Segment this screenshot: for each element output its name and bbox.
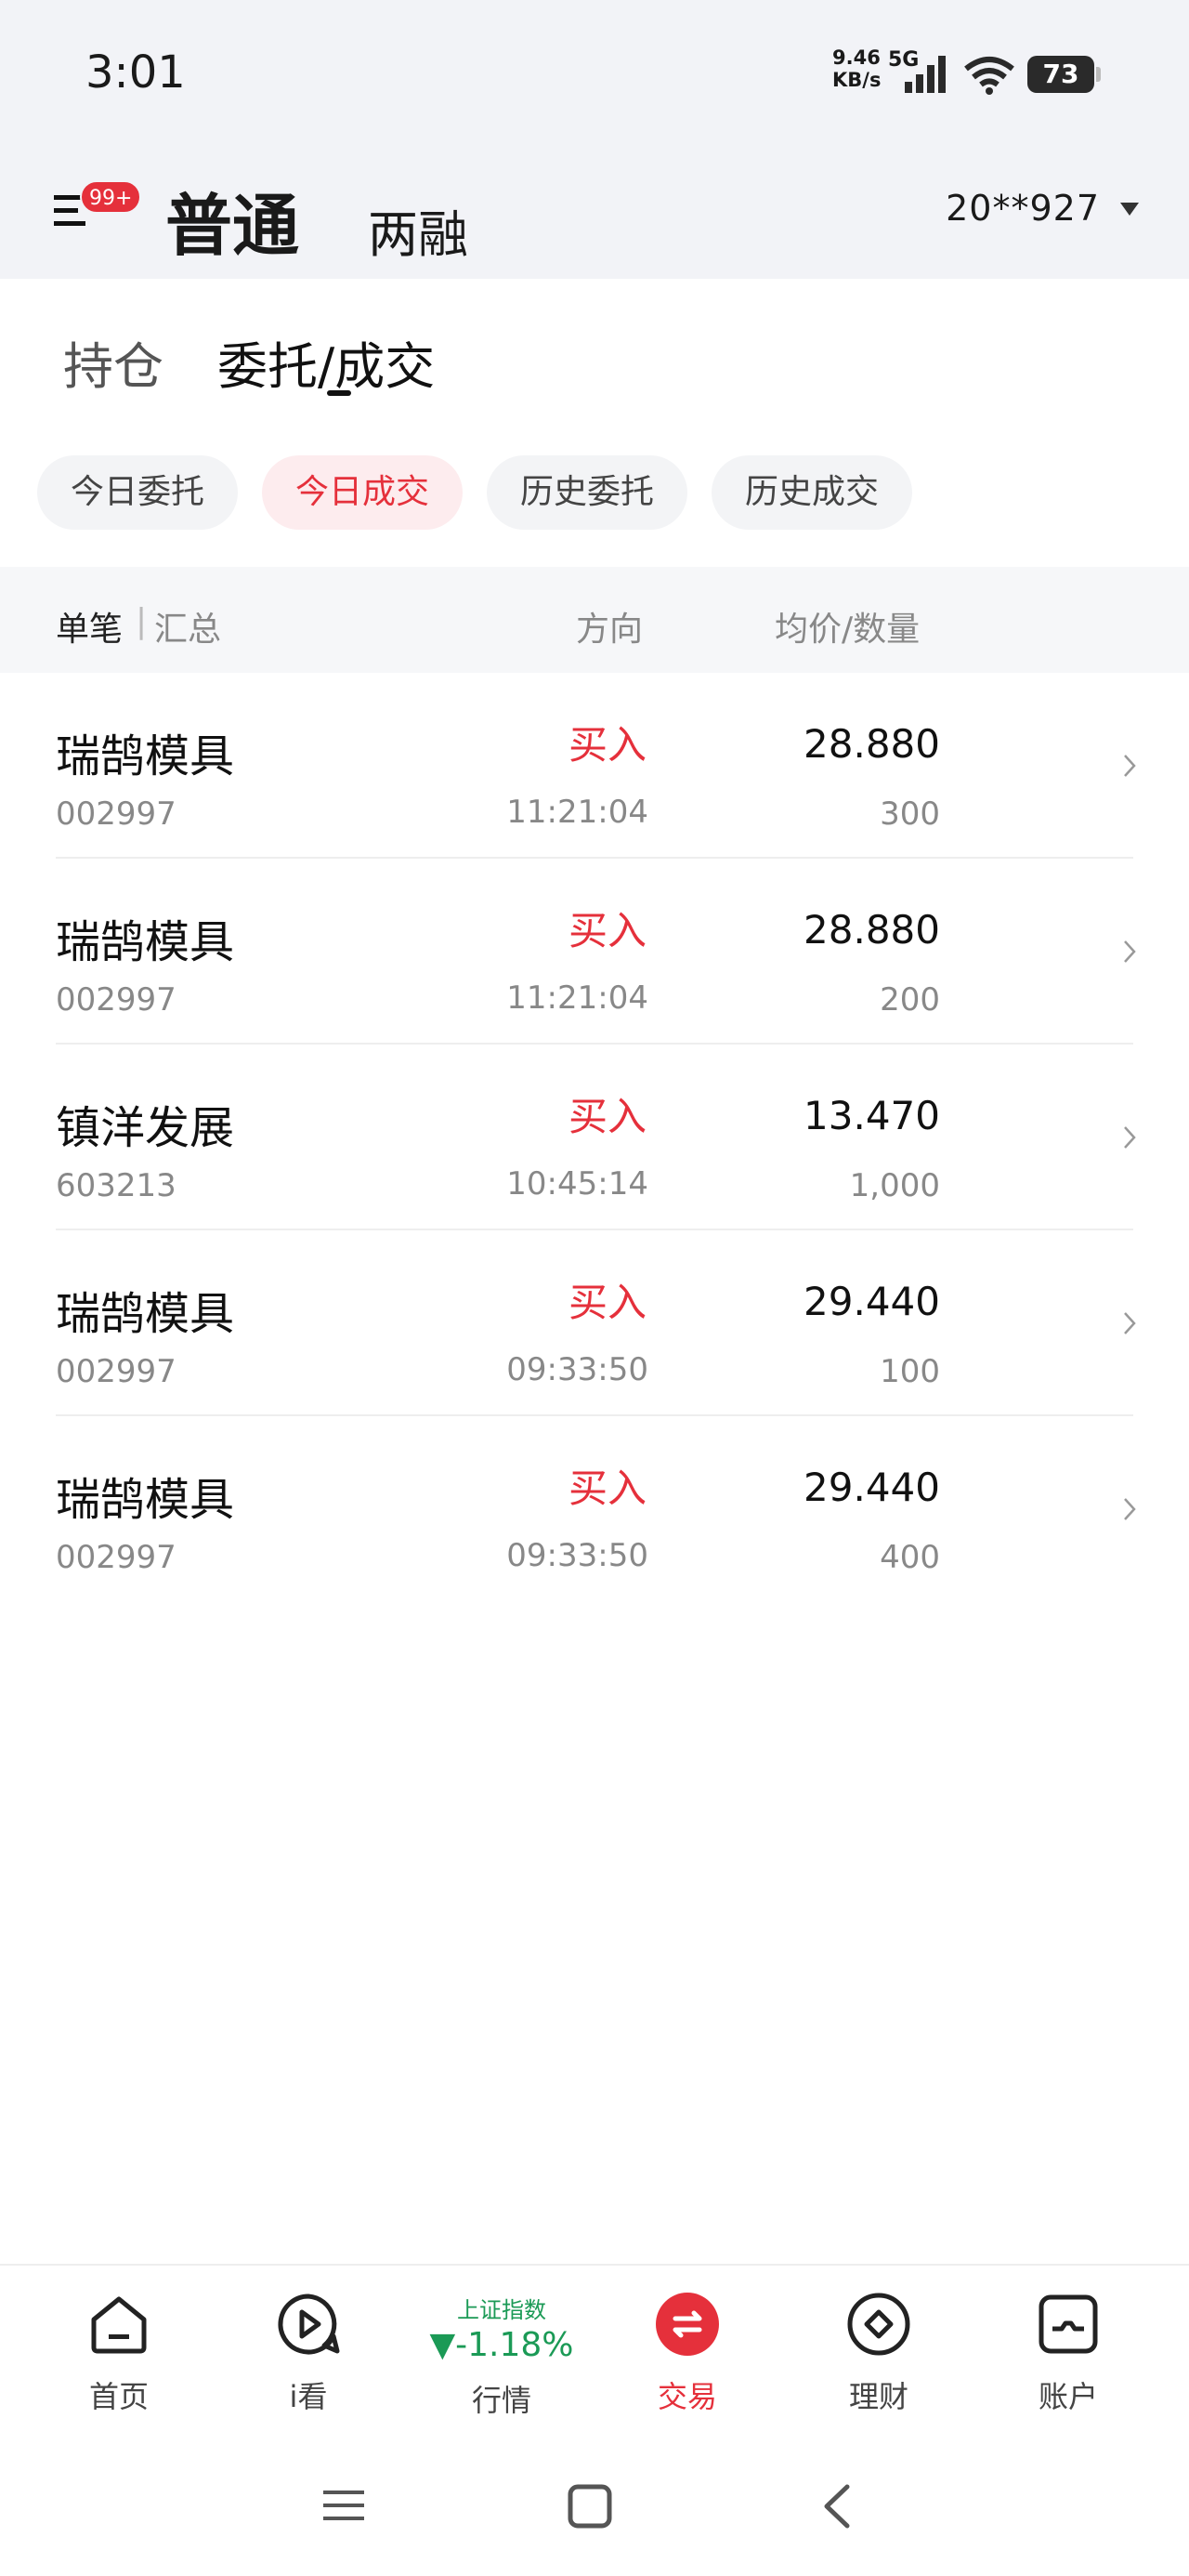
toggle-single[interactable]: 单笔 xyxy=(56,602,123,651)
nav-trade[interactable]: 交易 xyxy=(613,2292,762,2416)
exchange-icon xyxy=(656,2293,719,2356)
account-icon xyxy=(1039,2294,1098,2354)
trade-row[interactable]: 瑞鹄模具 002997 买入 11:21:04 28.880 300 xyxy=(0,673,1189,859)
trade-row[interactable]: 瑞鹄模具 002997 买入 09:33:50 29.440 400 xyxy=(0,1416,1189,1602)
tab-account-normal[interactable]: 普通 xyxy=(165,171,299,269)
table-header: 单笔 | 汇总 方向 均价/数量 xyxy=(0,567,1189,673)
chevron-right-icon xyxy=(1124,755,1136,777)
nav-watch-label: i看 xyxy=(289,2379,328,2414)
column-direction: 方向 xyxy=(576,611,644,649)
stock-code: 002997 xyxy=(56,1353,176,1390)
signal-icon xyxy=(905,56,946,93)
tab-account-margin[interactable]: 两融 xyxy=(368,193,468,267)
trade-price: 28.880 xyxy=(804,721,940,767)
trade-price: 28.880 xyxy=(804,907,940,953)
chevron-right-icon xyxy=(1124,940,1136,963)
chip-today-orders[interactable]: 今日委托 xyxy=(37,455,239,530)
sub-tabs: 今日委托 今日成交 历史委托 历史成交 xyxy=(37,455,913,530)
nav-home-label: 首页 xyxy=(88,2379,149,2414)
back-icon[interactable] xyxy=(817,2483,855,2530)
chevron-right-icon xyxy=(1124,1498,1136,1520)
stock-name: 瑞鹄模具 xyxy=(56,730,235,782)
market-index-change: ▼-1.18% xyxy=(429,2326,574,2364)
trade-side: 买入 xyxy=(568,908,647,953)
account-id[interactable]: 20**927 xyxy=(946,188,1100,229)
stock-name: 瑞鹄模具 xyxy=(56,1288,235,1340)
nav-watch[interactable]: i看 xyxy=(234,2292,383,2416)
stock-name: 镇洋发展 xyxy=(56,1102,235,1154)
trade-row[interactable]: 镇洋发展 603213 买入 10:45:14 13.470 1,000 xyxy=(0,1045,1189,1230)
header: 99+ 普通 两融 20**927 xyxy=(0,139,1189,279)
nav-market-label: 行情 xyxy=(471,2383,531,2418)
play-icon xyxy=(278,2293,340,2355)
trade-time: 11:21:04 xyxy=(506,979,648,1017)
chevron-right-icon xyxy=(1124,1312,1136,1334)
nav-trade-label: 交易 xyxy=(657,2379,717,2414)
home-icon xyxy=(91,2296,147,2354)
caret-down-icon[interactable] xyxy=(1120,203,1139,216)
market-index-name: 上证指数 xyxy=(457,2297,546,2323)
trade-price: 29.440 xyxy=(804,1279,940,1324)
trade-qty: 1,000 xyxy=(849,1167,940,1204)
nav-account[interactable]: 账户 xyxy=(994,2292,1143,2416)
trade-row[interactable]: 瑞鹄模具 002997 买入 09:33:50 29.440 100 xyxy=(0,1230,1189,1416)
content-card: 持仓 委托/成交 今日委托 今日成交 历史委托 历史成交 单笔 | 汇总 方向 … xyxy=(0,279,1189,2267)
trade-qty: 100 xyxy=(880,1353,940,1390)
trade-side: 买入 xyxy=(568,1465,647,1511)
tab-underline xyxy=(327,390,351,396)
stock-code: 002997 xyxy=(56,981,176,1019)
toggle-separator: | xyxy=(136,602,148,640)
bottom-nav: 首页 i看 上证指数 ▼-1.18% 行情 交易 理财 账户 xyxy=(0,2264,1189,2450)
chevron-right-icon xyxy=(1124,1126,1136,1149)
status-bar: 3:01 9.46 KB/s 5G 73 xyxy=(0,0,1189,139)
trade-row[interactable]: 瑞鹄模具 002997 买入 11:21:04 28.880 200 xyxy=(0,859,1189,1045)
trade-qty: 300 xyxy=(880,795,940,833)
stock-name: 瑞鹄模具 xyxy=(56,1474,235,1526)
wealth-icon xyxy=(847,2293,910,2356)
trade-list: 瑞鹄模具 002997 买入 11:21:04 28.880 300 瑞鹄模具 … xyxy=(0,673,1189,1602)
trade-time: 11:21:04 xyxy=(506,794,648,831)
toggle-summary[interactable]: 汇总 xyxy=(154,602,221,651)
trade-time: 10:45:14 xyxy=(506,1165,648,1203)
trade-time: 09:33:50 xyxy=(506,1351,648,1388)
nav-wealth[interactable]: 理财 xyxy=(804,2292,953,2416)
recent-apps-icon[interactable] xyxy=(321,2483,366,2528)
home-button-icon[interactable] xyxy=(567,2483,613,2530)
trade-side: 买入 xyxy=(568,1094,647,1139)
tab-holdings[interactable]: 持仓 xyxy=(63,325,163,399)
chip-today-trades[interactable]: 今日成交 xyxy=(262,455,464,530)
stock-code: 002997 xyxy=(56,1539,176,1576)
stock-code: 603213 xyxy=(56,1167,176,1204)
trade-time: 09:33:50 xyxy=(506,1537,648,1574)
nav-home[interactable]: 首页 xyxy=(45,2292,193,2416)
screen: 3:01 9.46 KB/s 5G 73 99+ 普通 两融 20**927 持… xyxy=(0,0,1189,2576)
trade-price: 13.470 xyxy=(804,1093,940,1138)
chip-history-orders[interactable]: 历史委托 xyxy=(487,455,688,530)
system-nav xyxy=(0,2450,1189,2576)
trade-price: 29.440 xyxy=(804,1465,940,1510)
menu-badge: 99+ xyxy=(80,180,142,214)
trade-side: 买入 xyxy=(568,1280,647,1325)
trade-qty: 200 xyxy=(880,981,940,1019)
stock-name: 瑞鹄模具 xyxy=(56,916,235,968)
stock-code: 002997 xyxy=(56,795,176,833)
nav-account-label: 账户 xyxy=(1038,2379,1098,2414)
battery-icon: 73 xyxy=(1027,56,1101,93)
trade-qty: 400 xyxy=(880,1539,940,1576)
column-avg-qty: 均价/数量 xyxy=(775,611,921,649)
status-time: 3:01 xyxy=(85,46,186,99)
nav-wealth-label: 理财 xyxy=(848,2379,908,2414)
chip-history-trades[interactable]: 历史成交 xyxy=(712,455,913,530)
wifi-icon xyxy=(964,57,1014,95)
nav-market[interactable]: 上证指数 ▼-1.18% 行情 xyxy=(409,2292,594,2420)
net-speed-unit: KB/s xyxy=(832,69,882,91)
tab-orders[interactable]: 委托/成交 xyxy=(217,325,435,399)
trade-side: 买入 xyxy=(568,722,647,768)
